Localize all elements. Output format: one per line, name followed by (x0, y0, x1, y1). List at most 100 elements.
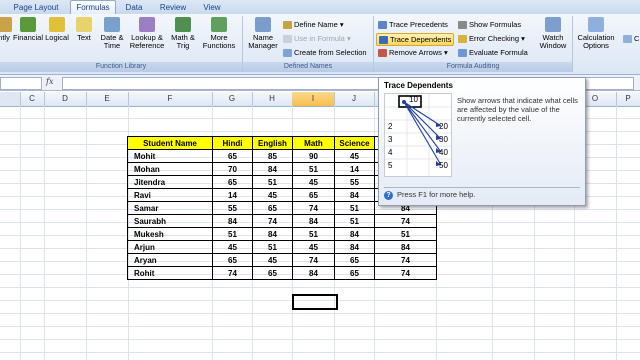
cell[interactable]: 74 (374, 266, 437, 280)
cell[interactable]: 51 (334, 201, 375, 215)
cell[interactable]: 84 (292, 266, 335, 280)
cell[interactable]: 90 (292, 149, 335, 163)
cell[interactable]: Ravi (127, 188, 213, 202)
text-button[interactable]: Text (74, 17, 94, 42)
cell[interactable]: 51 (292, 162, 335, 176)
header-cell[interactable]: Science (334, 136, 375, 150)
evaluate-formula-button[interactable]: Evaluate Formula (458, 47, 528, 58)
trace-precedents-button[interactable]: Trace Precedents (378, 19, 448, 30)
math-trig-button[interactable]: Math & Trig (168, 17, 198, 50)
cell[interactable]: Samar (127, 201, 213, 215)
cell[interactable]: 51 (334, 214, 375, 228)
cell[interactable]: 84 (292, 214, 335, 228)
cell[interactable]: 74 (374, 253, 437, 267)
column-header-selected[interactable]: I (292, 92, 335, 106)
cell[interactable]: 51 (252, 175, 293, 189)
cell[interactable]: 65 (212, 175, 253, 189)
cell[interactable]: 65 (334, 266, 375, 280)
cell[interactable]: 65 (252, 201, 293, 215)
name-box[interactable] (0, 77, 42, 90)
cell[interactable]: 74 (292, 253, 335, 267)
cell[interactable]: 74 (374, 214, 437, 228)
cell[interactable]: 84 (334, 227, 375, 241)
cell[interactable]: 84 (334, 240, 375, 254)
watch-window-button[interactable]: Watch Window (536, 17, 570, 50)
cell[interactable]: 51 (252, 240, 293, 254)
tab-formulas[interactable]: Formulas (70, 0, 116, 14)
cell[interactable]: 74 (252, 214, 293, 228)
cell[interactable]: Saurabh (127, 214, 213, 228)
cell[interactable]: 45 (252, 188, 293, 202)
cell[interactable]: 65 (212, 149, 253, 163)
cell[interactable]: Aryan (127, 253, 213, 267)
define-name-button[interactable]: Define Name ▾ (283, 19, 344, 30)
cell[interactable]: 45 (292, 175, 335, 189)
column-header[interactable]: D (44, 92, 87, 106)
cell[interactable]: 55 (212, 201, 253, 215)
calculate-now-button[interactable]: C (623, 33, 639, 44)
cell[interactable]: 14 (212, 188, 253, 202)
cell[interactable]: Rohit (127, 266, 213, 280)
cell[interactable]: 55 (334, 175, 375, 189)
cell[interactable]: 65 (252, 266, 293, 280)
show-formulas-button[interactable]: Show Formulas (458, 19, 521, 30)
cell[interactable]: 51 (292, 227, 335, 241)
error-checking-button[interactable]: Error Checking ▾ (458, 33, 525, 44)
tab-view[interactable]: View (198, 1, 226, 14)
cell[interactable]: 84 (252, 162, 293, 176)
cell[interactable]: 45 (334, 149, 375, 163)
cell[interactable]: 70 (212, 162, 253, 176)
column-header[interactable]: H (252, 92, 293, 106)
cell[interactable]: 65 (212, 253, 253, 267)
table-row: Saurabh 84 74 84 51 74 (127, 214, 437, 228)
calculation-options-button[interactable]: Calculation Options (575, 17, 617, 50)
cell[interactable]: Mohan (127, 162, 213, 176)
cell[interactable]: 51 (374, 227, 437, 241)
logical-button[interactable]: Logical (44, 17, 70, 42)
column-header[interactable]: C (20, 92, 45, 106)
cell[interactable]: Mohit (127, 149, 213, 163)
header-cell[interactable]: Hindi (212, 136, 253, 150)
tab-review[interactable]: Review (156, 1, 190, 14)
cell[interactable]: 84 (212, 214, 253, 228)
more-functions-button[interactable]: More Functions (200, 17, 238, 50)
column-header[interactable]: G (212, 92, 253, 106)
calculate-now-icon (623, 35, 632, 44)
cell[interactable]: 14 (334, 162, 375, 176)
use-in-formula-button[interactable]: Use in Formula ▾ (283, 33, 351, 44)
cell[interactable]: 51 (212, 227, 253, 241)
cell[interactable]: 84 (252, 227, 293, 241)
cell[interactable]: 45 (252, 253, 293, 267)
header-cell[interactable]: Math (292, 136, 335, 150)
financial-button[interactable]: Financial (12, 17, 44, 42)
cell[interactable]: 74 (212, 266, 253, 280)
active-cell[interactable] (292, 294, 338, 310)
cell[interactable]: 65 (292, 188, 335, 202)
cell[interactable]: Jitendra (127, 175, 213, 189)
cell[interactable]: 84 (374, 240, 437, 254)
cell[interactable]: 84 (334, 188, 375, 202)
column-header[interactable]: F (128, 92, 213, 106)
cell[interactable]: Arjun (127, 240, 213, 254)
header-cell[interactable]: English (252, 136, 293, 150)
cell[interactable]: Mukesh (127, 227, 213, 241)
tab-page-layout[interactable]: Page Layout (8, 1, 64, 14)
date-time-button[interactable]: Date & Time (98, 17, 126, 50)
cell[interactable]: 45 (212, 240, 253, 254)
cell[interactable]: 85 (252, 149, 293, 163)
trace-dependents-button[interactable]: Trace Dependents (376, 33, 455, 46)
remove-arrows-button[interactable]: Remove Arrows ▾ (378, 47, 448, 58)
select-all-corner[interactable] (0, 92, 21, 106)
column-header[interactable]: P (616, 92, 640, 106)
column-header[interactable]: J (334, 92, 375, 106)
column-header[interactable]: E (86, 92, 129, 106)
cell[interactable]: 74 (292, 201, 335, 215)
cell[interactable]: 45 (292, 240, 335, 254)
lookup-reference-button[interactable]: Lookup & Reference (128, 17, 166, 50)
header-cell[interactable]: Student Name (127, 136, 213, 150)
tab-data[interactable]: Data (120, 1, 148, 14)
cell[interactable]: 65 (334, 253, 375, 267)
name-manager-button[interactable]: Name Manager (245, 17, 281, 50)
insert-function-icon[interactable]: fx (46, 77, 53, 86)
create-from-selection-button[interactable]: Create from Selection (283, 47, 367, 58)
